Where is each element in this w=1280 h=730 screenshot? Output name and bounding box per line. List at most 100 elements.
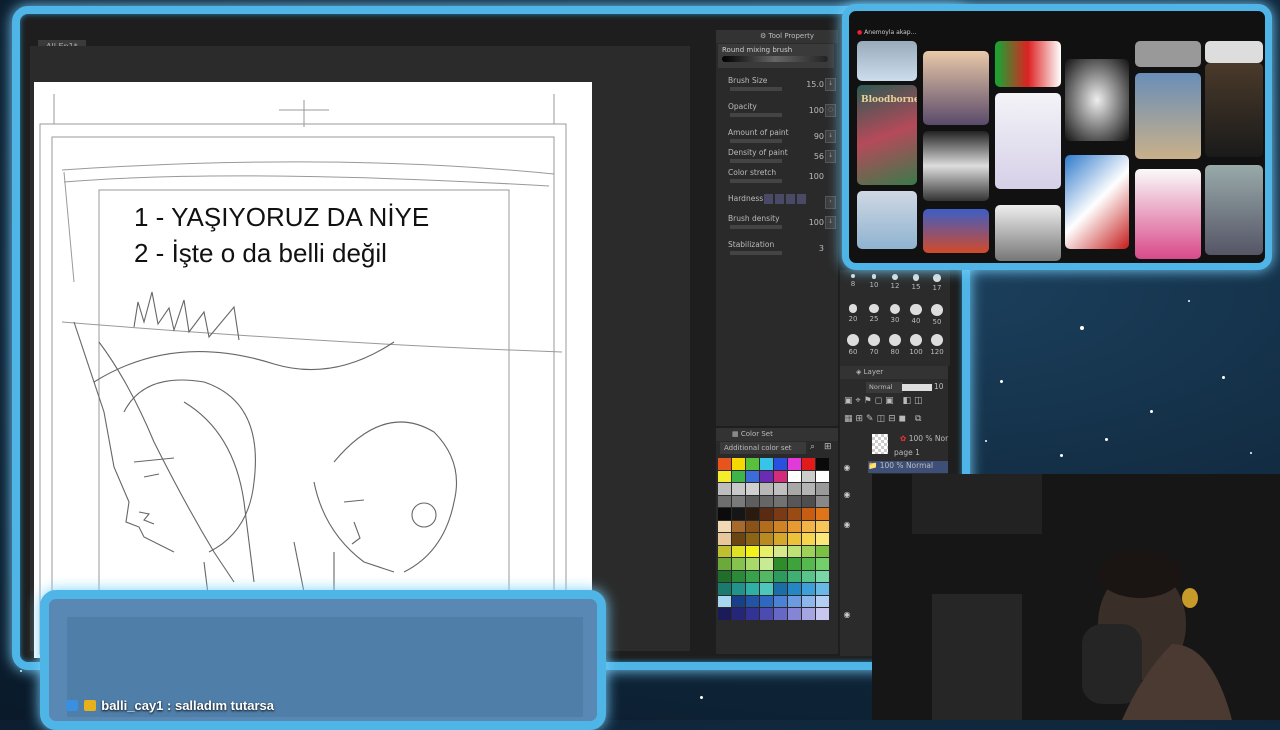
opacity-value[interactable]: 10 bbox=[934, 382, 944, 391]
brush-size-option[interactable]: 15 bbox=[905, 274, 927, 291]
reference-thumb[interactable] bbox=[995, 41, 1061, 87]
color-swatch[interactable] bbox=[732, 495, 745, 507]
color-swatch[interactable] bbox=[774, 495, 787, 507]
color-swatch[interactable] bbox=[774, 533, 787, 545]
reference-thumb[interactable] bbox=[1065, 59, 1129, 141]
color-swatch[interactable] bbox=[802, 545, 815, 557]
reference-thumb[interactable] bbox=[1135, 73, 1201, 159]
color-swatch[interactable] bbox=[746, 570, 759, 582]
pressure-icon[interactable]: ↓ bbox=[825, 78, 836, 91]
prop-value[interactable]: 90 bbox=[814, 132, 824, 141]
color-swatch[interactable] bbox=[816, 520, 829, 532]
prop-slider[interactable] bbox=[730, 179, 782, 183]
color-swatch[interactable] bbox=[788, 570, 801, 582]
brush-size-option[interactable]: 70 bbox=[863, 334, 885, 356]
color-swatch[interactable] bbox=[802, 570, 815, 582]
eye-icon[interactable]: ◉ bbox=[842, 463, 852, 473]
brush-size-option[interactable]: 10 bbox=[863, 274, 885, 289]
prop-brush-density[interactable]: Brush density 100 ↓ bbox=[728, 214, 836, 232]
color-swatch[interactable] bbox=[718, 495, 731, 507]
eye-icon[interactable]: ◉ bbox=[842, 490, 852, 500]
color-swatch[interactable] bbox=[760, 583, 773, 595]
color-swatch[interactable] bbox=[746, 533, 759, 545]
color-swatch[interactable] bbox=[746, 608, 759, 620]
color-swatch[interactable] bbox=[802, 533, 815, 545]
color-swatch[interactable] bbox=[788, 533, 801, 545]
layer-row-folder[interactable]: 📁 100 % Normal bbox=[868, 461, 948, 473]
prop-amount-of-paint[interactable]: Amount of paint 90 ↓ bbox=[728, 128, 836, 146]
color-swatch[interactable] bbox=[788, 558, 801, 570]
brush-size-option[interactable]: 40 bbox=[905, 304, 927, 325]
color-swatch[interactable] bbox=[760, 595, 773, 607]
eye-icon[interactable]: ◉ bbox=[842, 610, 852, 620]
brush-size-option[interactable]: 20 bbox=[842, 304, 864, 323]
prop-value[interactable]: 15.0 bbox=[806, 80, 824, 89]
chevron-right-icon[interactable]: › bbox=[825, 196, 836, 209]
color-swatch[interactable] bbox=[718, 520, 731, 532]
color-swatch[interactable] bbox=[718, 583, 731, 595]
color-swatch[interactable] bbox=[760, 545, 773, 557]
prop-brush-size[interactable]: Brush Size 15.0 ↓ bbox=[728, 76, 836, 94]
color-swatch[interactable] bbox=[718, 558, 731, 570]
color-swatch[interactable] bbox=[816, 533, 829, 545]
color-swatch[interactable] bbox=[802, 458, 815, 470]
reference-thumb[interactable] bbox=[1205, 63, 1263, 157]
prop-value[interactable]: 100 bbox=[809, 218, 824, 227]
brush-size-option[interactable]: 12 bbox=[884, 274, 906, 290]
color-swatch[interactable] bbox=[718, 570, 731, 582]
reference-thumb[interactable] bbox=[995, 205, 1061, 261]
color-swatch[interactable] bbox=[816, 545, 829, 557]
color-swatch[interactable] bbox=[802, 595, 815, 607]
canvas-page[interactable]: 1 - YAŞIYORUZ DA NİYE 2 - İşte o da bell… bbox=[34, 82, 592, 658]
color-swatch[interactable] bbox=[788, 520, 801, 532]
color-swatch[interactable] bbox=[760, 495, 773, 507]
color-swatch[interactable] bbox=[718, 608, 731, 620]
pressure-icon[interactable]: ↓ bbox=[825, 130, 836, 143]
reference-thumb[interactable] bbox=[857, 191, 917, 249]
color-swatch[interactable] bbox=[816, 495, 829, 507]
color-swatch[interactable] bbox=[760, 458, 773, 470]
color-swatch[interactable] bbox=[718, 533, 731, 545]
reference-thumb[interactable] bbox=[923, 51, 989, 125]
color-swatch[interactable] bbox=[788, 545, 801, 557]
layer-row-page1[interactable]: ✿ 100 % Nor bbox=[900, 434, 978, 443]
color-swatch[interactable] bbox=[788, 583, 801, 595]
color-swatch[interactable] bbox=[732, 608, 745, 620]
opacity-bar[interactable] bbox=[902, 384, 932, 391]
color-set-dropdown[interactable]: Additional color set bbox=[720, 442, 806, 454]
color-swatch[interactable] bbox=[788, 508, 801, 520]
color-swatch[interactable] bbox=[760, 508, 773, 520]
prop-slider[interactable] bbox=[730, 159, 782, 163]
color-swatch[interactable] bbox=[802, 508, 815, 520]
brush-size-option[interactable]: 17 bbox=[926, 274, 948, 292]
blend-mode-select[interactable]: Normal bbox=[866, 382, 903, 393]
color-swatch[interactable] bbox=[802, 608, 815, 620]
pressure-icon[interactable]: ◌ bbox=[825, 104, 836, 117]
reference-thumb[interactable] bbox=[923, 209, 989, 253]
brush-size-option[interactable]: 8 bbox=[842, 274, 864, 288]
color-swatch[interactable] bbox=[760, 608, 773, 620]
reference-thumb[interactable] bbox=[1065, 155, 1129, 249]
reference-thumb[interactable] bbox=[1135, 169, 1201, 259]
prop-slider[interactable] bbox=[730, 87, 782, 91]
brush-size-option[interactable]: 80 bbox=[884, 334, 906, 356]
layer-name[interactable]: page 1 bbox=[894, 448, 972, 457]
prop-slider[interactable] bbox=[730, 139, 782, 143]
hardness-steps[interactable] bbox=[764, 194, 808, 204]
reference-thumb[interactable] bbox=[1205, 41, 1263, 63]
color-swatch[interactable] bbox=[774, 595, 787, 607]
brush-size-option[interactable]: 60 bbox=[842, 334, 864, 356]
eye-icon[interactable]: ◉ bbox=[842, 520, 852, 530]
prop-color-stretch[interactable]: Color stretch 100 bbox=[728, 168, 836, 186]
color-swatch[interactable] bbox=[732, 520, 745, 532]
color-swatch[interactable] bbox=[788, 595, 801, 607]
color-swatch[interactable] bbox=[802, 520, 815, 532]
color-swatch[interactable] bbox=[732, 533, 745, 545]
color-swatch[interactable] bbox=[816, 570, 829, 582]
color-swatch[interactable] bbox=[732, 558, 745, 570]
color-swatch[interactable] bbox=[802, 495, 815, 507]
reference-thumb[interactable] bbox=[995, 93, 1061, 189]
prop-density-of-paint[interactable]: Density of paint 56 ↓ bbox=[728, 148, 836, 166]
color-swatch[interactable] bbox=[816, 595, 829, 607]
reference-thumb[interactable] bbox=[1135, 41, 1201, 67]
